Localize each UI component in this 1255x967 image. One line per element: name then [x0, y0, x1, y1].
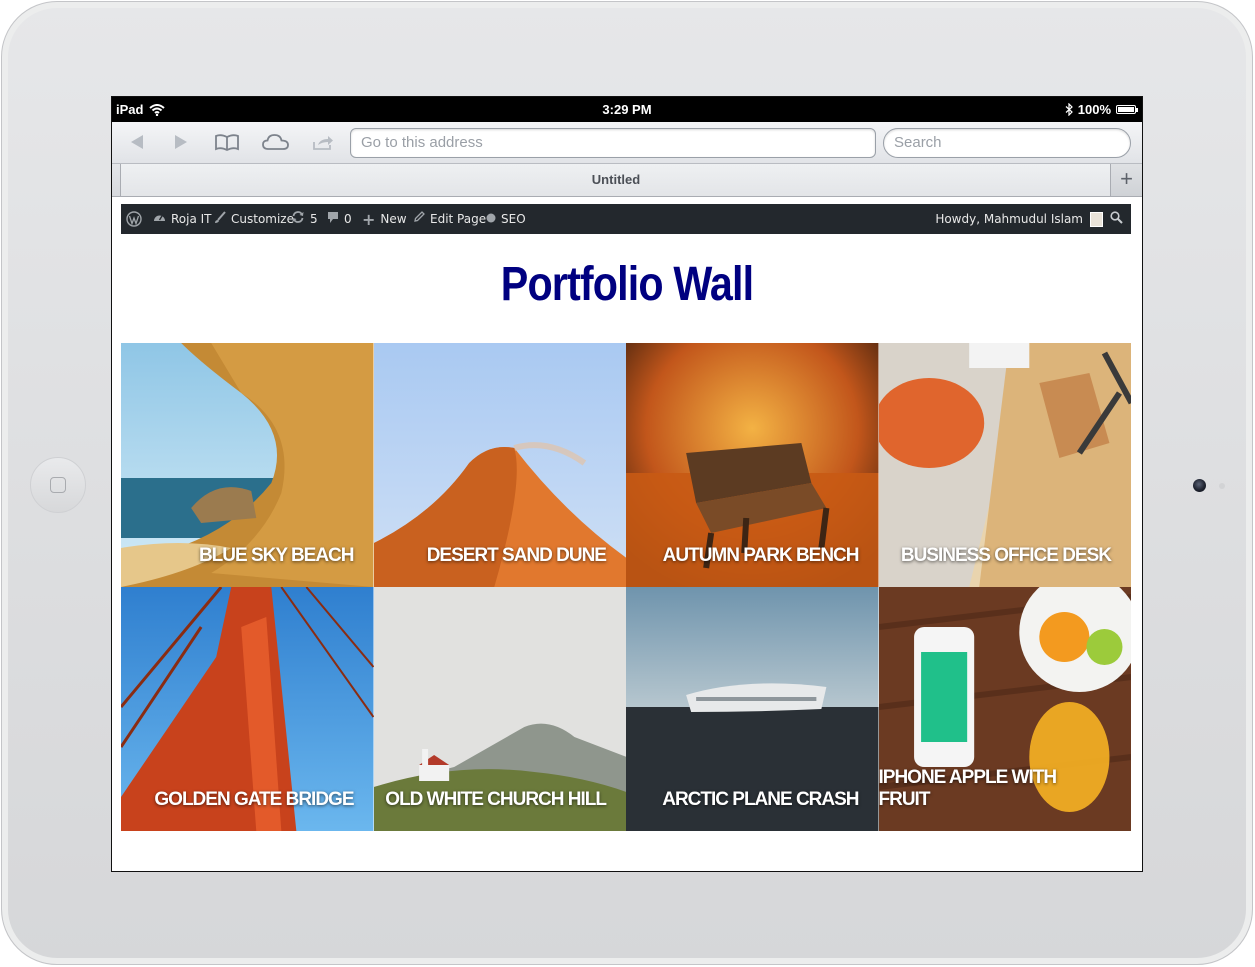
seo-label: SEO [501, 212, 526, 226]
page-title: Portfolio Wall [500, 258, 754, 311]
site-name-label: Roja IT [171, 212, 212, 226]
browser-toolbar: Go to this address Search [112, 122, 1142, 164]
caption-arctic-plane-crash: ARCTIC PLANE CRASH [662, 789, 859, 810]
portfolio-item-desert-sand-dune[interactable]: DESERT SAND DUNE [373, 343, 626, 587]
comments-item[interactable]: 0 [327, 204, 352, 234]
caption-business-office-desk: BUSINESS OFFICE DESK [900, 545, 1112, 566]
dashboard-icon [153, 211, 166, 227]
wp-admin-bar: Roja IT Customize 5 0 + New Edit Page SE… [121, 204, 1131, 234]
customize-label: Customize [231, 212, 294, 226]
seo-item[interactable]: SEO [486, 204, 526, 234]
forward-icon[interactable] [170, 129, 192, 155]
caption-old-white-church-hill: OLD WHITE CHURCH HILL [385, 789, 607, 810]
back-icon[interactable] [126, 129, 148, 155]
screen: iPad 3:29 PM 100% Go to this address Sea… [111, 96, 1143, 872]
seo-status-icon [486, 212, 496, 227]
tab-bar: Untitled + [112, 164, 1142, 197]
portfolio-item-iphone-apple-with-fruit[interactable]: IPHONE APPLE WITH FRUIT [878, 587, 1131, 831]
portfolio-grid: BLUE SKY BEACH DESERT SAND DUNE AUTUMN P… [121, 343, 1131, 831]
site-name-item[interactable]: Roja IT [153, 204, 212, 234]
avatar[interactable] [1090, 211, 1103, 227]
home-button[interactable] [30, 457, 86, 513]
web-page: Roja IT Customize 5 0 + New Edit Page SE… [112, 197, 1142, 871]
status-bar: iPad 3:29 PM 100% [112, 97, 1142, 122]
edit-page-item[interactable]: Edit Page [413, 204, 486, 234]
portfolio-item-business-office-desk[interactable]: BUSINESS OFFICE DESK [878, 343, 1131, 587]
caption-desert-sand-dune: DESERT SAND DUNE [426, 545, 607, 566]
portfolio-item-arctic-plane-crash[interactable]: ARCTIC PLANE CRASH [626, 587, 879, 831]
howdy-greeting[interactable]: Howdy, Mahmudul Islam [935, 212, 1083, 226]
address-placeholder: Go to this address [361, 134, 483, 151]
battery-percentage: 100% [1077, 102, 1111, 117]
portfolio-item-old-white-church-hill[interactable]: OLD WHITE CHURCH HILL [373, 587, 626, 831]
comment-icon [327, 211, 339, 228]
customize-item[interactable]: Customize [214, 204, 294, 234]
bluetooth-icon [1065, 103, 1073, 116]
icloud-tabs-icon[interactable] [260, 129, 292, 155]
clock: 3:29 PM [602, 102, 652, 117]
brush-icon [214, 210, 226, 228]
sensor [1219, 483, 1225, 489]
caption-blue-sky-beach: BLUE SKY BEACH [198, 545, 355, 566]
updates-icon [291, 210, 305, 228]
address-bar[interactable]: Go to this address [350, 128, 876, 158]
portfolio-item-blue-sky-beach[interactable]: BLUE SKY BEACH [121, 343, 374, 587]
tab-untitled[interactable]: Untitled [120, 164, 1112, 196]
new-content-item[interactable]: + New [362, 204, 407, 234]
plus-icon: + [362, 209, 376, 229]
portfolio-item-golden-gate-bridge[interactable]: GOLDEN GATE BRIDGE [121, 587, 374, 831]
pencil-icon [413, 211, 425, 227]
edit-page-label: Edit Page [430, 212, 487, 226]
caption-autumn-park-bench: AUTUMN PARK BENCH [662, 545, 860, 566]
new-label: New [380, 212, 407, 226]
comments-count: 0 [344, 212, 352, 226]
wordpress-logo-icon[interactable] [126, 204, 142, 234]
updates-count: 5 [310, 212, 318, 226]
new-tab-button[interactable]: + [1110, 164, 1142, 196]
bookmarks-icon[interactable] [212, 129, 242, 155]
battery-icon [1116, 105, 1138, 114]
caption-golden-gate-bridge: GOLDEN GATE BRIDGE [154, 789, 354, 810]
search-input[interactable]: Search [883, 128, 1131, 158]
search-icon[interactable] [1110, 210, 1123, 228]
share-icon[interactable] [310, 129, 336, 155]
portfolio-item-autumn-park-bench[interactable]: AUTUMN PARK BENCH [626, 343, 879, 587]
camera-icon [1193, 479, 1206, 492]
caption-iphone-apple-with-fruit: IPHONE APPLE WITH FRUIT [878, 767, 1058, 810]
home-square-icon [50, 477, 66, 493]
search-placeholder: Search [894, 134, 942, 151]
updates-item[interactable]: 5 [291, 204, 318, 234]
